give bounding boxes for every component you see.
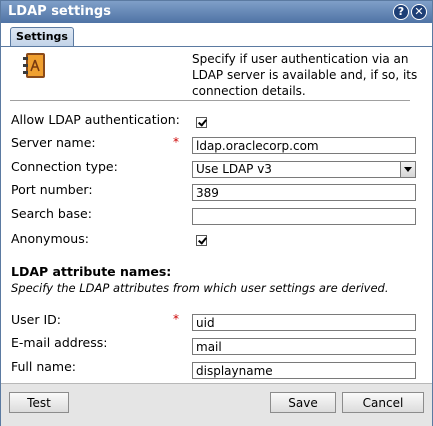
allow-ldap-checkbox[interactable] (196, 117, 207, 128)
ldap-settings-dialog: LDAP settings ? ✕ Settings Specify if us… (0, 0, 433, 426)
close-icon[interactable]: ✕ (411, 4, 427, 20)
tab-strip: Settings (1, 23, 432, 47)
user-id-label: User ID: (11, 312, 61, 327)
connection-type-select[interactable]: Use LDAP v3 (192, 161, 416, 178)
anonymous-checkbox[interactable] (196, 235, 207, 246)
address-book-icon (23, 53, 45, 78)
attributes-section-description: Specify the LDAP attributes from which u… (11, 281, 389, 295)
title-bar[interactable]: LDAP settings ? ✕ (1, 1, 432, 23)
test-button[interactable]: Test (9, 392, 69, 413)
server-name-field[interactable] (192, 137, 416, 154)
dialog-title: LDAP settings (8, 4, 111, 19)
tab-settings[interactable]: Settings (10, 27, 74, 46)
attributes-section-title: LDAP attribute names: (11, 264, 172, 279)
port-number-label: Port number: (11, 182, 93, 197)
required-mark: * (173, 135, 179, 149)
settings-panel: Specify if user authentication via an LD… (1, 47, 432, 382)
divider (10, 100, 410, 101)
save-button[interactable]: Save (270, 392, 336, 413)
connection-type-value: Use LDAP v3 (196, 162, 272, 176)
search-base-label: Search base: (11, 206, 92, 221)
port-number-field[interactable] (192, 184, 416, 201)
email-address-field[interactable] (192, 338, 416, 355)
email-address-label: E-mail address: (11, 335, 108, 350)
full-name-label: Full name: (11, 359, 77, 374)
cancel-button[interactable]: Cancel (342, 392, 424, 413)
connection-type-label: Connection type: (11, 159, 118, 174)
full-name-field[interactable] (192, 362, 416, 379)
intro-text: Specify if user authentication via an LD… (192, 52, 418, 98)
server-name-label: Server name: (11, 135, 96, 150)
user-id-field[interactable] (192, 314, 416, 331)
allow-ldap-label: Allow LDAP authentication: (11, 112, 180, 127)
required-mark: * (173, 312, 179, 326)
search-base-field[interactable] (192, 208, 416, 225)
chevron-down-icon[interactable] (400, 162, 415, 177)
help-icon[interactable]: ? (393, 4, 409, 20)
anonymous-label: Anonymous: (11, 231, 89, 246)
button-bar: Test Save Cancel (1, 383, 432, 426)
